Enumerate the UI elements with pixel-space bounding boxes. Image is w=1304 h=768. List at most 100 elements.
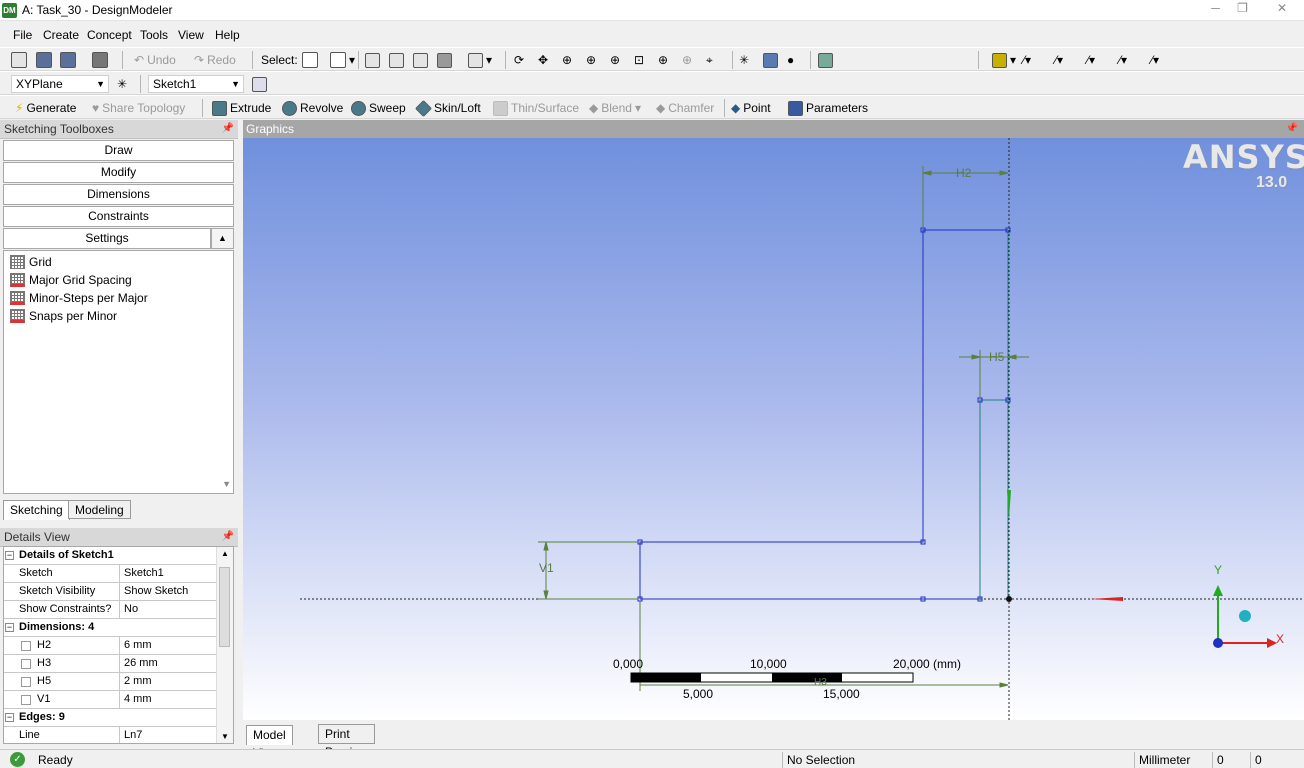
redo-button[interactable]: ↷ Redo <box>194 50 236 70</box>
point-select-icon[interactable] <box>365 50 380 70</box>
status-units[interactable]: Millimeter <box>1134 752 1212 768</box>
table-row[interactable]: H2 6 mm <box>4 637 218 655</box>
select-type-icon[interactable]: ▾ <box>330 50 355 70</box>
table-row[interactable]: Sketch Sketch1 <box>4 565 218 583</box>
zoom-green-icon[interactable]: ⊕ <box>658 50 668 70</box>
zoom-disabled-icon[interactable]: ⊕ <box>682 50 692 70</box>
triad-icon[interactable]: ✳ <box>739 50 749 70</box>
sketch-profile-outer[interactable] <box>639 229 1008 599</box>
menu-view[interactable]: View <box>178 28 204 42</box>
sketch-tool-3-icon[interactable]: ⁄▾ <box>1087 50 1095 70</box>
point-button[interactable]: ◆ Point <box>731 98 771 118</box>
dimension-label-h2[interactable]: H2 <box>956 166 971 180</box>
tab-print-preview[interactable]: Print Preview <box>318 724 375 759</box>
sweep-button[interactable]: Sweep <box>351 98 406 118</box>
edge-select-icon[interactable] <box>389 50 404 70</box>
dimension-checkbox[interactable] <box>21 677 31 687</box>
table-row[interactable]: Line Ln7 <box>4 727 218 743</box>
dimension-label-v1[interactable]: V1 <box>539 561 554 575</box>
scroll-up-button[interactable]: ▲ <box>211 228 234 249</box>
details-scrollbar[interactable]: ▲ ▼ <box>216 547 233 743</box>
details-group-edges[interactable]: − Edges: 9 <box>4 709 218 727</box>
row-value[interactable]: 26 mm <box>121 655 158 672</box>
row-value[interactable]: 6 mm <box>121 637 152 654</box>
save-icon[interactable] <box>36 50 52 70</box>
toolbox-draw[interactable]: Draw <box>3 140 234 161</box>
toolbox-constraints[interactable]: Constraints <box>3 206 234 227</box>
row-value[interactable]: 4 mm <box>121 691 152 708</box>
table-row[interactable]: Sketch Visibility Show Sketch <box>4 583 218 601</box>
color-display-icon[interactable]: ▾ <box>992 50 1016 70</box>
pan-icon[interactable]: ✥ <box>538 50 548 70</box>
chamfer-button[interactable]: ◆ Chamfer <box>656 98 714 118</box>
dimension-checkbox[interactable] <box>21 659 31 669</box>
undo-button[interactable]: ↶ Undo <box>134 50 176 70</box>
sketch-tool-1-icon[interactable]: ⁄▾ <box>1023 50 1031 70</box>
plane-combo[interactable]: XYPlane ▼ <box>11 75 109 93</box>
extrude-button[interactable]: Extrude <box>212 98 271 118</box>
blend-button[interactable]: ◆ Blend ▾ <box>589 98 641 118</box>
table-row[interactable]: Show Constraints? No <box>4 601 218 619</box>
menu-help[interactable]: Help <box>215 28 240 42</box>
sketch-tool-2-icon[interactable]: ⁄▾ <box>1055 50 1063 70</box>
tab-modeling[interactable]: Modeling <box>68 500 131 519</box>
new-plane-icon[interactable]: ✳ <box>117 74 127 94</box>
pin-icon[interactable]: 📌 <box>222 528 234 546</box>
collapse-icon[interactable]: − <box>5 713 14 722</box>
zoom-icon[interactable]: ⊕ <box>562 50 572 70</box>
generate-button[interactable]: ⚡ Generate <box>15 98 76 118</box>
scroll-down-button[interactable]: ▼ <box>222 479 231 489</box>
new-sketch-icon[interactable] <box>252 74 267 94</box>
point-display-icon[interactable]: ● <box>787 50 794 70</box>
graphics-viewport[interactable]: ANSYS 13.0 H2 H5 V1 H3 0,000 10,000 20,0… <box>243 138 1304 720</box>
extend-select-icon[interactable]: ▾ <box>468 50 492 70</box>
pin-icon[interactable]: 📌 <box>1286 120 1298 138</box>
zoom-fit-icon[interactable]: ⊡ <box>634 50 644 70</box>
collapse-icon[interactable]: − <box>5 551 14 560</box>
collapse-icon[interactable]: − <box>5 623 14 632</box>
face-select-icon[interactable] <box>413 50 428 70</box>
setting-major-grid-spacing[interactable]: Major Grid Spacing <box>10 273 132 287</box>
display-toggle-icon[interactable] <box>818 50 833 70</box>
camera-icon[interactable] <box>92 50 108 70</box>
skin-loft-button[interactable]: Skin/Loft <box>415 98 481 118</box>
details-group-dimensions[interactable]: − Dimensions: 4 <box>4 619 218 637</box>
menu-file[interactable]: File <box>13 28 32 42</box>
revolve-button[interactable]: Revolve <box>282 98 343 118</box>
table-row[interactable]: V1 4 mm <box>4 691 218 709</box>
thin-surface-button[interactable]: Thin/Surface <box>493 98 579 118</box>
toolbox-modify[interactable]: Modify <box>3 162 234 183</box>
table-row[interactable]: H5 2 mm <box>4 673 218 691</box>
toolbox-settings[interactable]: Settings <box>3 228 211 249</box>
close-button[interactable]: ✕ <box>1262 0 1302 18</box>
zoom-in-icon[interactable]: ⊕ <box>586 50 596 70</box>
setting-grid[interactable]: Grid <box>10 255 52 269</box>
origin-point[interactable] <box>1006 596 1012 602</box>
new-icon[interactable] <box>11 50 27 70</box>
menu-create[interactable]: Create <box>43 28 79 42</box>
dimension-checkbox[interactable] <box>21 641 31 651</box>
dimension-checkbox[interactable] <box>21 695 31 705</box>
toolbox-dimensions[interactable]: Dimensions <box>3 184 234 205</box>
sketch-canvas[interactable] <box>243 138 1304 720</box>
select-mode-icon[interactable] <box>302 50 318 70</box>
iso-view-icon[interactable]: ⌖ <box>706 50 713 70</box>
pin-icon[interactable]: 📌 <box>222 120 234 138</box>
sketch-tool-5-icon[interactable]: ⁄▾ <box>1151 50 1159 70</box>
sketch-tool-4-icon[interactable]: ⁄▾ <box>1119 50 1127 70</box>
parameters-button[interactable]: Parameters <box>788 98 868 118</box>
menu-tools[interactable]: Tools <box>140 28 168 42</box>
setting-snaps-per-minor[interactable]: Snaps per Minor <box>10 309 117 323</box>
dimension-label-h5[interactable]: H5 <box>989 350 1004 364</box>
sketch-profile-inner[interactable] <box>979 399 1008 599</box>
rotate-icon[interactable]: ⟳ <box>514 50 524 70</box>
body-select-icon[interactable] <box>437 50 452 70</box>
table-row[interactable]: H3 26 mm <box>4 655 218 673</box>
minimize-button[interactable]: ─ <box>1202 0 1229 18</box>
maximize-button[interactable]: ❐ <box>1229 0 1256 18</box>
tab-model-view[interactable]: Model View <box>246 725 293 760</box>
details-group-sketch[interactable]: − Details of Sketch1 <box>4 547 218 565</box>
cube-view-icon[interactable] <box>763 50 778 70</box>
sketch-combo[interactable]: Sketch1 ▼ <box>148 75 244 93</box>
row-value[interactable]: 2 mm <box>121 673 152 690</box>
